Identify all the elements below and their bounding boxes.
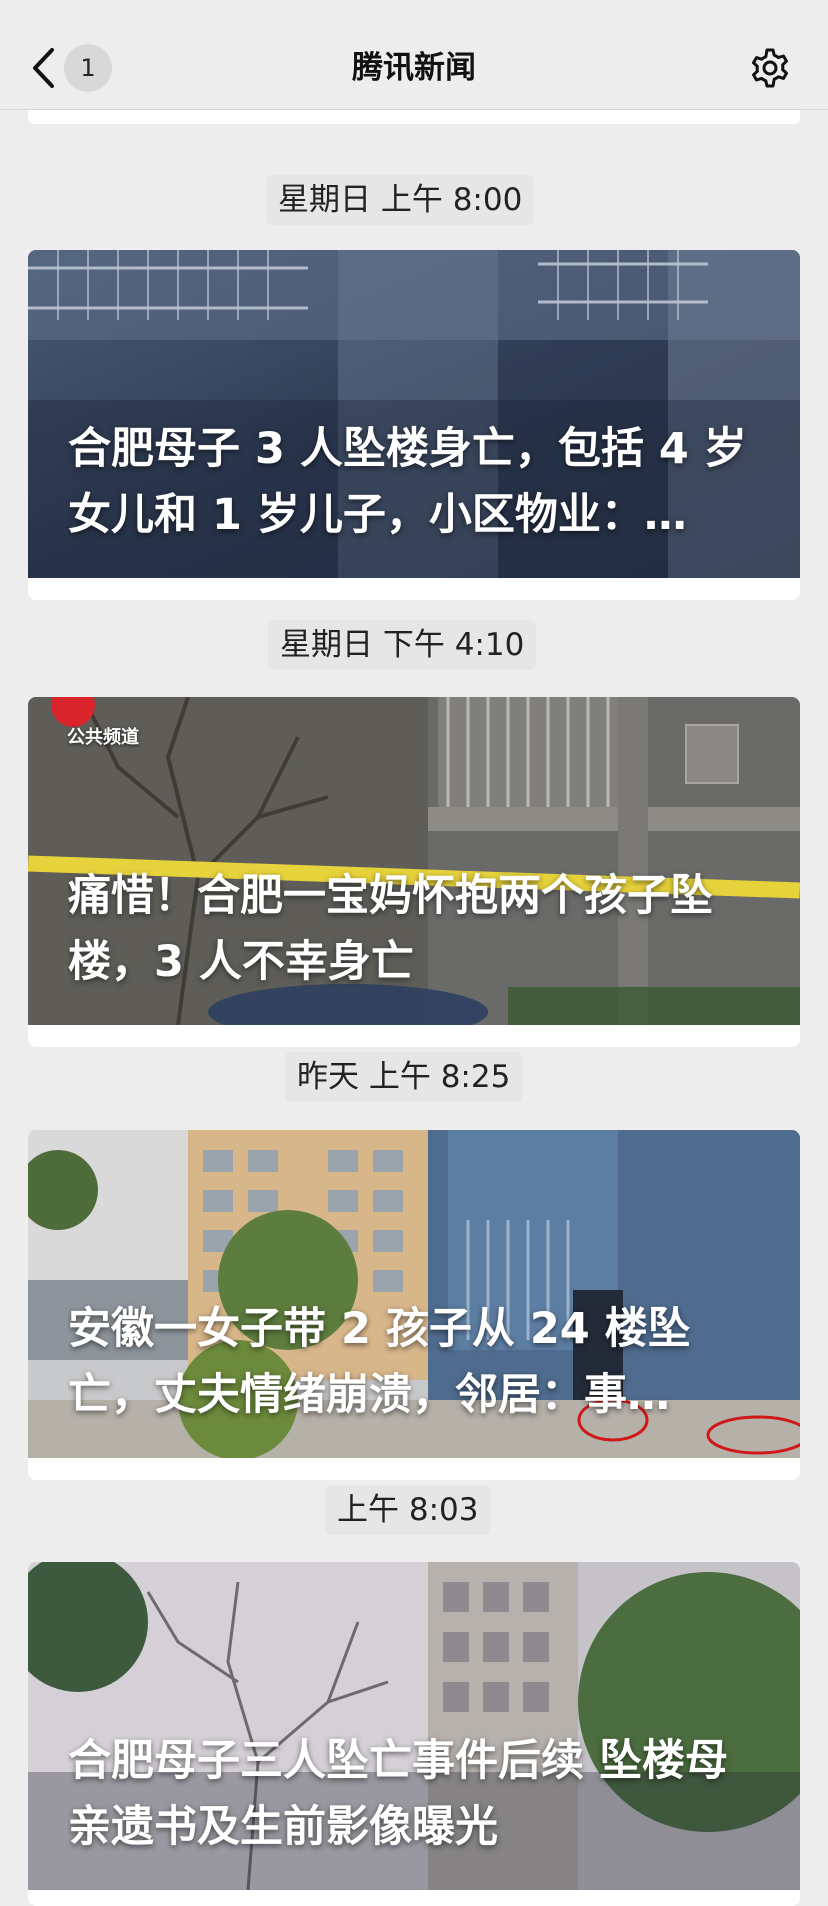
news-card[interactable]: 合肥母子 3 人坠楼身亡，包括 4 岁女儿和 1 岁儿子，小区物业：… xyxy=(28,250,800,600)
news-title: 痛惜！合肥一宝妈怀抱两个孩子坠楼，3 人不幸身亡 xyxy=(68,871,713,987)
channel-logo-label: 公共频道 xyxy=(67,727,139,748)
message-timestamp: 星期日 上午 8:00 xyxy=(266,175,535,225)
news-title: 合肥母子三人坠亡事件后续 坠楼母亲遗书及生前影像曝光 xyxy=(68,1736,728,1852)
news-card[interactable]: 公共频道 痛惜！合肥一宝妈怀抱两个孩子坠楼，3 人不幸身亡 xyxy=(28,697,800,1047)
back-button[interactable] xyxy=(30,46,58,90)
gear-icon xyxy=(752,48,788,88)
settings-button[interactable] xyxy=(748,46,792,90)
news-title: 合肥母子 3 人坠楼身亡，包括 4 岁女儿和 1 岁儿子，小区物业：… xyxy=(68,424,747,540)
news-title: 安徽一女子带 2 孩子从 24 楼坠亡，丈夫情绪崩溃，邻居：事… xyxy=(68,1304,691,1420)
channel-logo: 公共频道 xyxy=(58,697,148,748)
chevron-left-icon xyxy=(33,48,54,88)
news-card[interactable]: 安徽一女子带 2 孩子从 24 楼坠亡，丈夫情绪崩溃，邻居：事… xyxy=(28,1130,800,1480)
news-card[interactable]: 合肥母子三人坠亡事件后续 坠楼母亲遗书及生前影像曝光 xyxy=(28,1562,800,1906)
message-timestamp: 星期日 下午 4:10 xyxy=(268,620,537,670)
navigation-bar: 1 腾讯新闻 xyxy=(0,0,828,110)
page-title: 腾讯新闻 xyxy=(352,50,476,86)
unread-count-badge[interactable]: 1 xyxy=(64,44,112,92)
message-timestamp: 上午 8:03 xyxy=(325,1485,491,1535)
message-timestamp: 昨天 上午 8:25 xyxy=(285,1052,523,1102)
previous-message-card[interactable] xyxy=(28,110,800,124)
